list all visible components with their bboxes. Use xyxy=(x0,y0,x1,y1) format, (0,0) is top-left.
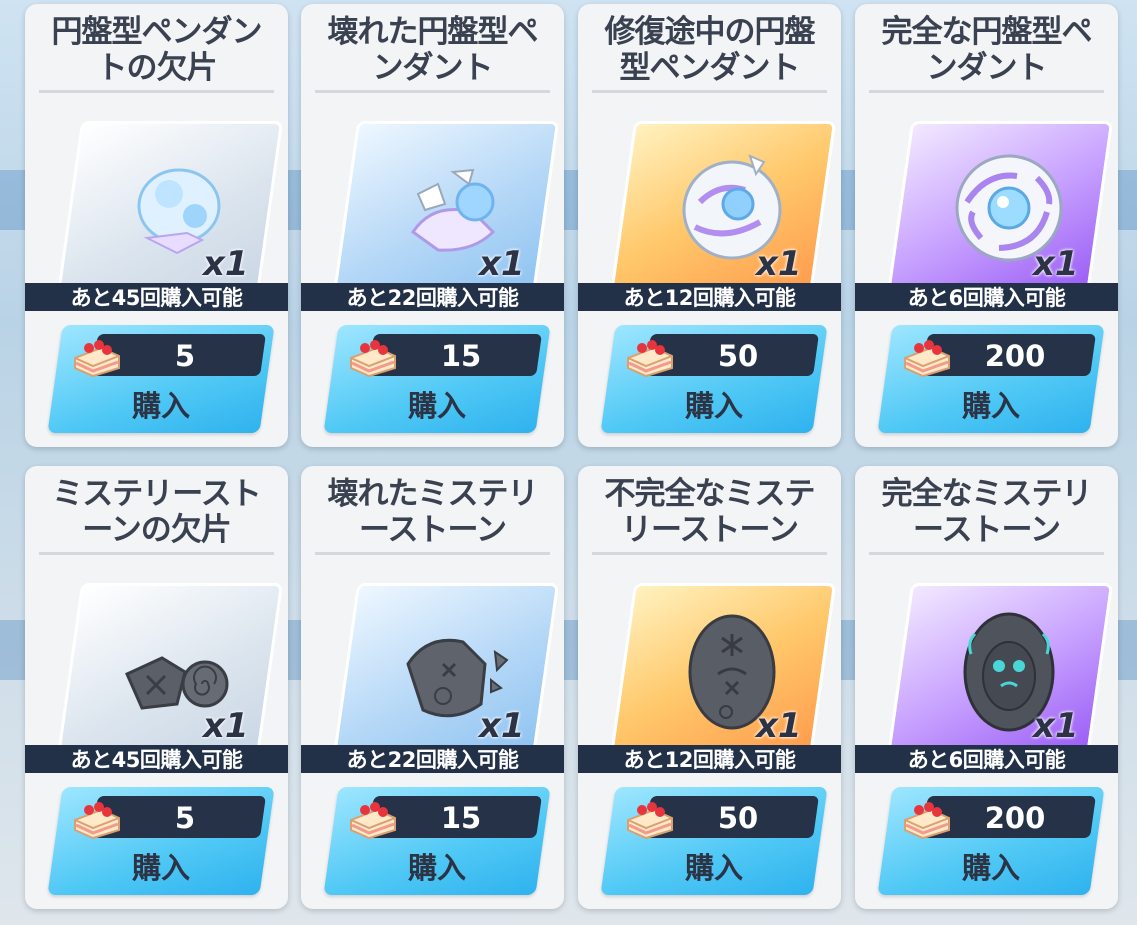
buy-button-label[interactable]: 購入 xyxy=(608,382,820,426)
purchase-limit: あと12回購入可能 xyxy=(578,283,841,311)
cake-icon xyxy=(627,802,673,840)
buy-button-label[interactable]: 購入 xyxy=(885,382,1097,426)
purchase-limit: あと12回購入可能 xyxy=(578,745,841,773)
shop-card: 壊れた円盤型ペンダント x1 あと22回購入可能 15 購入 xyxy=(301,4,564,447)
purchase-limit: あと6回購入可能 xyxy=(855,283,1118,311)
purchase-limit: あと6回購入可能 xyxy=(855,745,1118,773)
divider xyxy=(869,90,1104,93)
item-quantity: x1 xyxy=(1033,706,1079,746)
purchase-limit: あと22回購入可能 xyxy=(301,745,564,773)
purchase-limit: あと22回購入可能 xyxy=(301,283,564,311)
item-quantity: x1 xyxy=(203,244,249,284)
price-value: 200 xyxy=(984,801,1046,835)
buy-button-label[interactable]: 購入 xyxy=(331,382,543,426)
item-name: 完全なミステリーストーン xyxy=(881,476,1093,548)
price-value: 200 xyxy=(984,339,1046,373)
price-value: 15 xyxy=(440,801,482,835)
cake-icon xyxy=(74,340,120,378)
cake-icon xyxy=(627,340,673,378)
item-name: 円盤型ペンダントの欠片 xyxy=(51,14,263,86)
buy-button-label[interactable]: 購入 xyxy=(331,844,543,888)
item-name: 修復途中の円盤型ペンダント xyxy=(604,14,816,86)
cake-icon xyxy=(904,802,950,840)
price-value: 50 xyxy=(717,801,759,835)
buy-button-label[interactable]: 購入 xyxy=(608,844,820,888)
item-name: 壊れた円盤型ペンダント xyxy=(327,14,539,86)
price-value: 5 xyxy=(174,339,196,373)
buy-button-label[interactable]: 購入 xyxy=(55,382,267,426)
divider xyxy=(592,552,827,555)
shop-card: 壊れたミステリーストーン x1 あと22回購入可能 15 購入 xyxy=(301,466,564,909)
cake-icon xyxy=(74,802,120,840)
buy-button-label[interactable]: 購入 xyxy=(55,844,267,888)
shop-grid: 円盤型ペンダントの欠片 x1 あと45回購入可能 5 購入 壊れた円盤型ペンダン… xyxy=(0,0,1137,925)
shop-card: 完全なミステリーストーン x1 あと6回購入可能 200 購入 xyxy=(855,466,1118,909)
divider xyxy=(315,90,550,93)
divider xyxy=(39,90,274,93)
item-quantity: x1 xyxy=(479,706,525,746)
purchase-limit: あと45回購入可能 xyxy=(25,283,288,311)
item-name: ミステリーストーンの欠片 xyxy=(52,476,261,548)
cake-icon xyxy=(350,340,396,378)
shop-card: 円盤型ペンダントの欠片 x1 あと45回購入可能 5 購入 xyxy=(25,4,288,447)
cake-icon xyxy=(904,340,950,378)
divider xyxy=(869,552,1104,555)
divider xyxy=(315,552,550,555)
purchase-limit: あと45回購入可能 xyxy=(25,745,288,773)
item-quantity: x1 xyxy=(756,244,802,284)
shop-card: 不完全なミステリーストーン x1 あと12回購入可能 50 購入 xyxy=(578,466,841,909)
item-quantity: x1 xyxy=(479,244,525,284)
divider xyxy=(39,552,274,555)
buy-button-label[interactable]: 購入 xyxy=(885,844,1097,888)
item-quantity: x1 xyxy=(756,706,802,746)
cake-icon xyxy=(350,802,396,840)
price-value: 50 xyxy=(717,339,759,373)
shop-card: 完全な円盤型ペンダント x1 あと6回購入可能 200 購入 xyxy=(855,4,1118,447)
divider xyxy=(592,90,827,93)
item-name: 不完全なミステリーストーン xyxy=(604,476,816,548)
item-name: 壊れたミステリーストーン xyxy=(327,476,539,548)
item-quantity: x1 xyxy=(1033,244,1079,284)
price-value: 15 xyxy=(440,339,482,373)
shop-card: 修復途中の円盤型ペンダント x1 あと12回購入可能 50 購入 xyxy=(578,4,841,447)
price-value: 5 xyxy=(174,801,196,835)
shop-card: ミステリーストーンの欠片 x1 あと45回購入可能 5 購入 xyxy=(25,466,288,909)
item-name: 完全な円盤型ペンダント xyxy=(881,14,1093,86)
item-quantity: x1 xyxy=(203,706,249,746)
